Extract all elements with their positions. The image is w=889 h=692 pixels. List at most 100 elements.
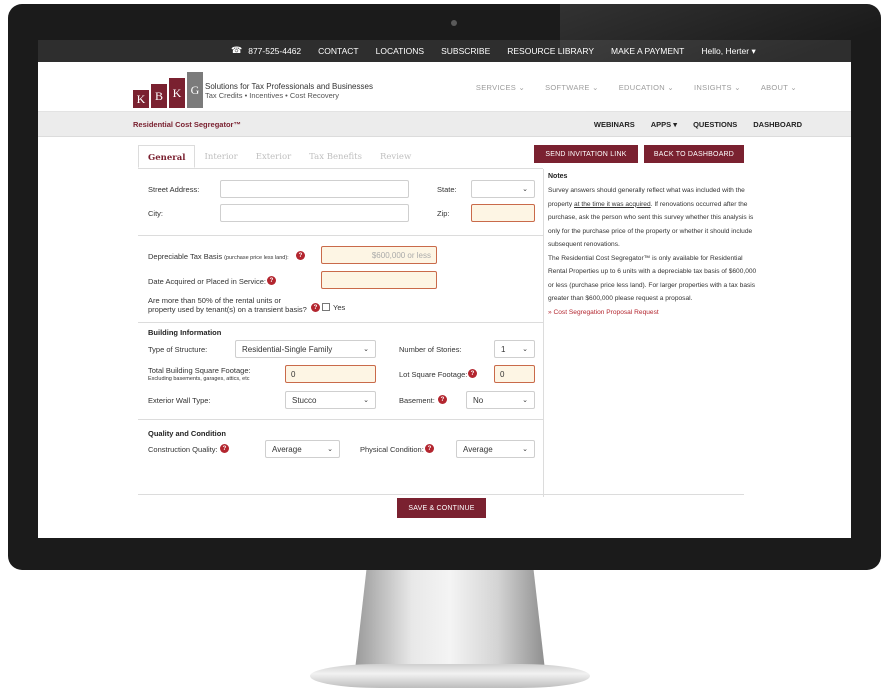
phone-link[interactable]: 877-525-4462 xyxy=(248,46,301,56)
construction-quality-select[interactable]: Average ⌄ xyxy=(265,440,340,458)
date-acquired-input[interactable] xyxy=(321,271,437,289)
wall-type-label: Exterior Wall Type: xyxy=(148,396,211,405)
nav-about[interactable]: ABOUT ⌄ xyxy=(761,83,797,92)
chevron-down-icon: ⌄ xyxy=(734,83,741,92)
tagline-primary: Solutions for Tax Professionals and Busi… xyxy=(205,82,373,91)
city-input[interactable] xyxy=(220,204,409,222)
chevron-down-icon: ⌄ xyxy=(592,83,599,92)
proposal-request-link[interactable]: » Cost Segregation Proposal Request xyxy=(548,309,659,316)
section-divider xyxy=(138,235,543,236)
contact-link[interactable]: CONTACT xyxy=(318,46,358,56)
chevron-down-icon: ⌄ xyxy=(790,83,797,92)
product-bar: Residential Cost Segregator™ WEBINARS AP… xyxy=(38,112,851,137)
help-icon[interactable]: ? xyxy=(438,395,447,404)
transient-label-line2: property used by tenant(s) on a transien… xyxy=(148,305,307,314)
nav-insights[interactable]: INSIGHTS ⌄ xyxy=(694,83,741,92)
stories-label: Number of Stories: xyxy=(399,345,462,354)
nav-apps[interactable]: APPS ▾ xyxy=(651,120,677,129)
wall-type-value: Stucco xyxy=(292,395,317,405)
construction-quality-value: Average xyxy=(272,444,302,454)
transient-checkbox[interactable] xyxy=(322,303,330,311)
structure-value: Residential-Single Family xyxy=(242,344,333,354)
help-icon[interactable]: ? xyxy=(267,276,276,285)
state-select[interactable]: ⌄ xyxy=(471,180,535,198)
monitor-stand xyxy=(355,570,545,670)
nav-label: EDUCATION xyxy=(618,83,666,92)
save-continue-button[interactable]: SAVE & CONTINUE xyxy=(397,498,486,518)
tab-general[interactable]: General xyxy=(138,145,196,168)
subscribe-link[interactable]: SUBSCRIBE xyxy=(441,46,490,56)
logo-letter: G xyxy=(187,72,203,108)
nav-questions[interactable]: QUESTIONS xyxy=(693,120,737,129)
sqft-label: Total Building Square Footage: xyxy=(148,366,251,375)
basis-label-text: Depreciable Tax Basis xyxy=(148,252,223,261)
tab-interior[interactable]: Interior xyxy=(195,145,246,168)
chevron-down-icon: ⌄ xyxy=(363,397,369,404)
site-header: K B K G Solutions for Tax Professionals … xyxy=(38,62,851,112)
stories-select[interactable]: 1 ⌄ xyxy=(494,340,535,358)
nav-label: INSIGHTS xyxy=(694,83,732,92)
basement-select[interactable]: No ⌄ xyxy=(466,391,535,409)
tab-exterior[interactable]: Exterior xyxy=(247,145,300,168)
street-address-input[interactable] xyxy=(220,180,409,198)
notes-p2: The Residential Cost Segregator™ is only… xyxy=(548,254,757,303)
locations-link[interactable]: LOCATIONS xyxy=(376,46,425,56)
make-payment-link[interactable]: MAKE A PAYMENT xyxy=(611,46,684,56)
tax-basis-input[interactable]: $600,000 or less xyxy=(321,246,437,264)
total-sqft-input[interactable]: 0 xyxy=(285,365,376,383)
help-icon[interactable]: ? xyxy=(220,444,229,453)
lot-sqft-label: Lot Square Footage: xyxy=(399,370,468,379)
help-icon[interactable]: ? xyxy=(468,369,477,378)
street-label: Street Address: xyxy=(148,185,200,194)
monitor-base xyxy=(310,664,590,688)
nav-services[interactable]: SERVICES ⌄ xyxy=(476,83,525,92)
physical-condition-select[interactable]: Average ⌄ xyxy=(456,440,535,458)
tagline: Solutions for Tax Professionals and Busi… xyxy=(205,82,373,100)
back-to-dashboard-button[interactable]: BACK TO DASHBOARD xyxy=(644,145,744,163)
city-label: City: xyxy=(148,209,163,218)
help-icon[interactable]: ? xyxy=(311,303,320,312)
footer-divider xyxy=(138,494,744,495)
basis-label: Depreciable Tax Basis (purchase price le… xyxy=(148,252,289,261)
basis-label-note: (purchase price less land): xyxy=(224,255,289,261)
product-nav: WEBINARS APPS ▾ QUESTIONS DASHBOARD xyxy=(594,120,802,129)
wall-type-select[interactable]: Stucco ⌄ xyxy=(285,391,376,409)
help-icon[interactable]: ? xyxy=(296,251,305,260)
tab-review[interactable]: Review xyxy=(371,145,420,168)
kbkg-logo[interactable]: K B K G xyxy=(133,72,205,108)
section-divider xyxy=(138,419,543,420)
help-icon[interactable]: ? xyxy=(425,444,434,453)
chevron-down-icon: ⌄ xyxy=(667,83,674,92)
sqft-note: Excluding basements, garages, attics, et… xyxy=(148,376,250,382)
user-greeting: Hello, Herter xyxy=(701,45,750,56)
physical-condition-label: Physical Condition: xyxy=(360,445,424,454)
product-title: Residential Cost Segregator™ xyxy=(133,120,241,129)
nav-education[interactable]: EDUCATION ⌄ xyxy=(619,83,674,92)
logo-letter: K xyxy=(133,90,149,108)
monitor-mockup: ☎ 877-525-4462 CONTACT LOCATIONS SUBSCRI… xyxy=(0,0,889,692)
phone-icon: ☎ xyxy=(231,46,243,56)
nav-webinars[interactable]: WEBINARS xyxy=(594,120,635,129)
chevron-down-icon: ⌄ xyxy=(327,446,333,453)
nav-software[interactable]: SOFTWARE ⌄ xyxy=(545,83,599,92)
section-divider xyxy=(138,322,543,323)
nav-label: APPS xyxy=(650,120,672,129)
user-menu[interactable]: Hello, Herter ▾ xyxy=(701,46,755,57)
basement-label: Basement: xyxy=(399,396,435,405)
stories-value: 1 xyxy=(501,344,506,354)
lot-sqft-input[interactable]: 0 xyxy=(494,365,535,383)
tab-tax-benefits[interactable]: Tax Benefits xyxy=(300,145,371,168)
structure-select[interactable]: Residential-Single Family ⌄ xyxy=(235,340,376,358)
send-invitation-button[interactable]: SEND INVITATION LINK xyxy=(534,145,638,163)
zip-input[interactable] xyxy=(471,204,535,222)
nav-dashboard[interactable]: DASHBOARD xyxy=(753,120,802,129)
column-divider xyxy=(543,169,544,497)
nav-label: ABOUT xyxy=(760,83,789,92)
camera-icon xyxy=(451,20,457,26)
physical-condition-value: Average xyxy=(463,444,493,454)
notes-body: Survey answers should generally reflect … xyxy=(548,184,758,319)
transient-label-line1: Are more than 50% of the rental units or xyxy=(148,296,281,305)
yes-label: Yes xyxy=(333,303,346,312)
chevron-down-icon: ⌄ xyxy=(522,446,528,453)
resource-library-link[interactable]: RESOURCE LIBRARY xyxy=(507,46,594,56)
